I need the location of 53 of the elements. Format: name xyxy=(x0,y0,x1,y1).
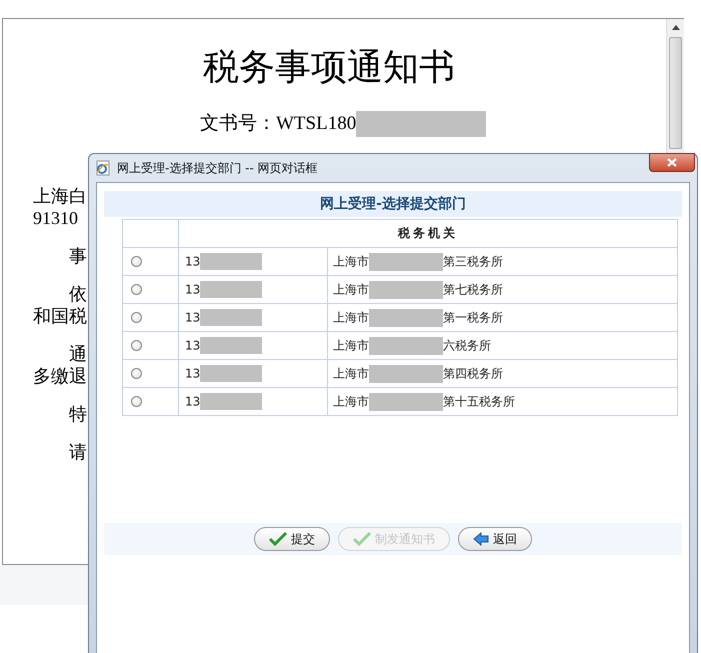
radio-button[interactable] xyxy=(131,340,142,351)
dialog-heading: 网上受理-选择提交部门 xyxy=(104,191,682,217)
document-text: 依 xyxy=(69,284,87,304)
redaction-bar xyxy=(200,309,262,326)
document-text: 特 xyxy=(69,404,87,424)
office-name: 上海市 xyxy=(333,366,369,380)
document-text: 多缴退 xyxy=(33,366,87,386)
browser-icon xyxy=(95,160,111,176)
check-icon xyxy=(353,532,371,546)
document-text: 请 xyxy=(69,442,87,462)
document-text: 通 xyxy=(69,344,87,364)
radio-button[interactable] xyxy=(131,368,142,379)
radio-button[interactable] xyxy=(131,284,142,295)
check-icon xyxy=(269,532,287,546)
redaction-bar xyxy=(200,253,262,270)
document-text: 和国税 xyxy=(33,306,87,326)
office-name: 第四税务所 xyxy=(443,366,503,380)
close-button[interactable] xyxy=(649,153,695,172)
document-number: 文书号：WTSL180 xyxy=(200,112,356,136)
office-name: 六税务所 xyxy=(443,338,491,352)
office-name: 第一税务所 xyxy=(443,310,503,324)
document-title: 税务事项通知书 xyxy=(203,46,456,89)
office-name: 上海市 xyxy=(333,394,369,408)
office-name: 上海市 xyxy=(333,310,369,324)
radio-button[interactable] xyxy=(131,256,142,267)
radio-button[interactable] xyxy=(131,396,142,407)
office-name: 上海市 xyxy=(333,338,369,352)
redaction-bar xyxy=(200,393,262,410)
action-button[interactable]: 提交 xyxy=(254,527,330,551)
office-code: 13 xyxy=(185,338,200,352)
dialog-title: 网上受理-选择提交部门 -- 网页对话框 xyxy=(117,160,318,176)
office-name: 上海市 xyxy=(333,282,369,296)
redaction-bar xyxy=(200,337,262,354)
document-text: 91310 xyxy=(33,208,78,228)
office-name: 第十五税务所 xyxy=(443,394,515,408)
office-code: 13 xyxy=(185,394,200,408)
office-name: 第七税务所 xyxy=(443,282,503,296)
office-name: 第三税务所 xyxy=(443,254,503,268)
office-code: 13 xyxy=(185,366,200,380)
arrow-left-icon xyxy=(473,532,489,546)
document-text: 事 xyxy=(69,246,87,266)
office-name: 上海市 xyxy=(333,254,369,268)
document-text: 上海白 xyxy=(33,186,87,206)
radio-button[interactable] xyxy=(131,312,142,323)
column-header: 税务机关 xyxy=(178,220,678,248)
scroll-up-icon xyxy=(672,24,680,30)
action-button[interactable]: 返回 xyxy=(458,527,532,551)
redaction-bar xyxy=(200,365,262,382)
office-code: 13 xyxy=(185,310,200,324)
office-code: 13 xyxy=(185,282,200,296)
office-code: 13 xyxy=(185,254,200,268)
redaction-bar xyxy=(200,281,262,298)
close-icon xyxy=(667,158,677,167)
